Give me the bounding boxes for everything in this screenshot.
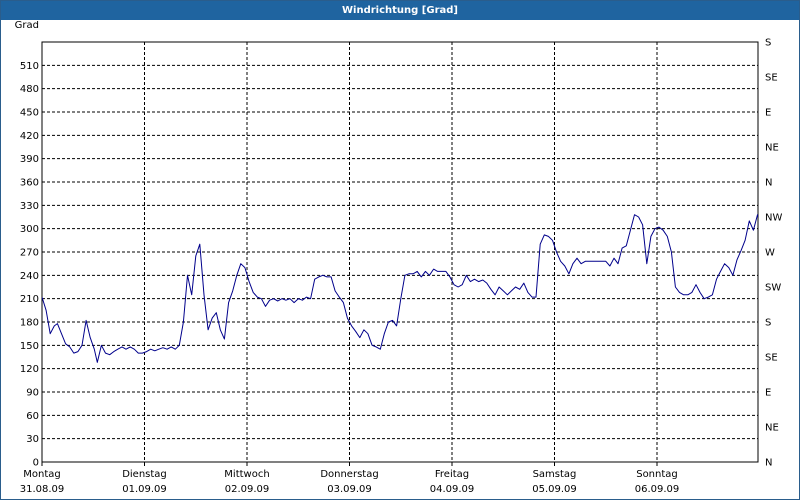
y-tick-label: 300 (20, 224, 39, 235)
x-tick-day-label: Dienstag (122, 469, 167, 480)
x-tick-day-label: Samstag (533, 469, 577, 480)
y-tick-label: 120 (20, 364, 39, 375)
x-tick-day-label: Freitag (435, 469, 469, 480)
y-tick-label: 60 (26, 411, 39, 422)
y-tick-label: 420 (20, 131, 39, 142)
y-tick-label: 90 (26, 388, 39, 399)
wind-direction-series-line (42, 214, 758, 363)
y-tick-label: 180 (20, 318, 39, 329)
x-tick-date-label: 06.09.09 (635, 484, 680, 495)
y2-direction-label: NW (765, 213, 782, 224)
chart-window: Windrichtung [Grad] 0 30 60 90 120 150 180 210 2… (0, 0, 800, 500)
y-tick-label: 450 (20, 108, 39, 119)
y-axis-label: Grad (15, 21, 39, 31)
y-tick-label: 240 (20, 271, 39, 282)
y-tick-label: 270 (20, 248, 39, 259)
y2-direction-label: W (765, 248, 775, 259)
y-tick-label: 480 (20, 84, 39, 95)
x-tick-date-label: 05.09.09 (532, 484, 577, 495)
y-tick-label: 330 (20, 201, 39, 212)
y-tick-label: 210 (20, 294, 39, 305)
window-title: Windrichtung [Grad] (1, 1, 799, 20)
y2-direction-label: E (765, 108, 771, 119)
x-tick-date-label: 03.09.09 (327, 484, 372, 495)
y2-direction-label: SE (765, 353, 778, 364)
y2-direction-label: S (765, 38, 771, 49)
y-tick-label: 0 (33, 458, 39, 469)
y2-direction-label: N (765, 458, 772, 469)
wind-direction-chart: 0 30 60 90 120 150 180 210 240 270 300 330 360 390 420… (15, 21, 783, 495)
y2-direction-label: NE (765, 423, 779, 434)
x-tick-date-label: 31.08.09 (20, 484, 65, 495)
y2-direction-label: SE (765, 73, 778, 84)
x-tick-day-label: Sonntag (636, 469, 678, 480)
x-tick-day-label: Montag (23, 469, 60, 480)
y-tick-label: 360 (20, 178, 39, 189)
y-tick-label: 150 (20, 341, 39, 352)
y-tick-label: 30 (26, 434, 39, 445)
y-tick-label: 510 (20, 61, 39, 72)
y2-direction-label: NE (765, 143, 779, 154)
y2-direction-label: S (765, 318, 771, 329)
x-tick-day-label: Donnerstag (320, 469, 378, 480)
y2-direction-label: E (765, 388, 771, 399)
x-tick-date-label: 04.09.09 (430, 484, 475, 495)
x-tick-date-label: 01.09.09 (122, 484, 167, 495)
x-tick-day-label: Mittwoch (224, 469, 269, 480)
x-tick-date-label: 02.09.09 (225, 484, 270, 495)
y2-direction-label: N (765, 178, 772, 189)
y-tick-label: 390 (20, 154, 39, 165)
y2-direction-label: SW (765, 283, 781, 294)
